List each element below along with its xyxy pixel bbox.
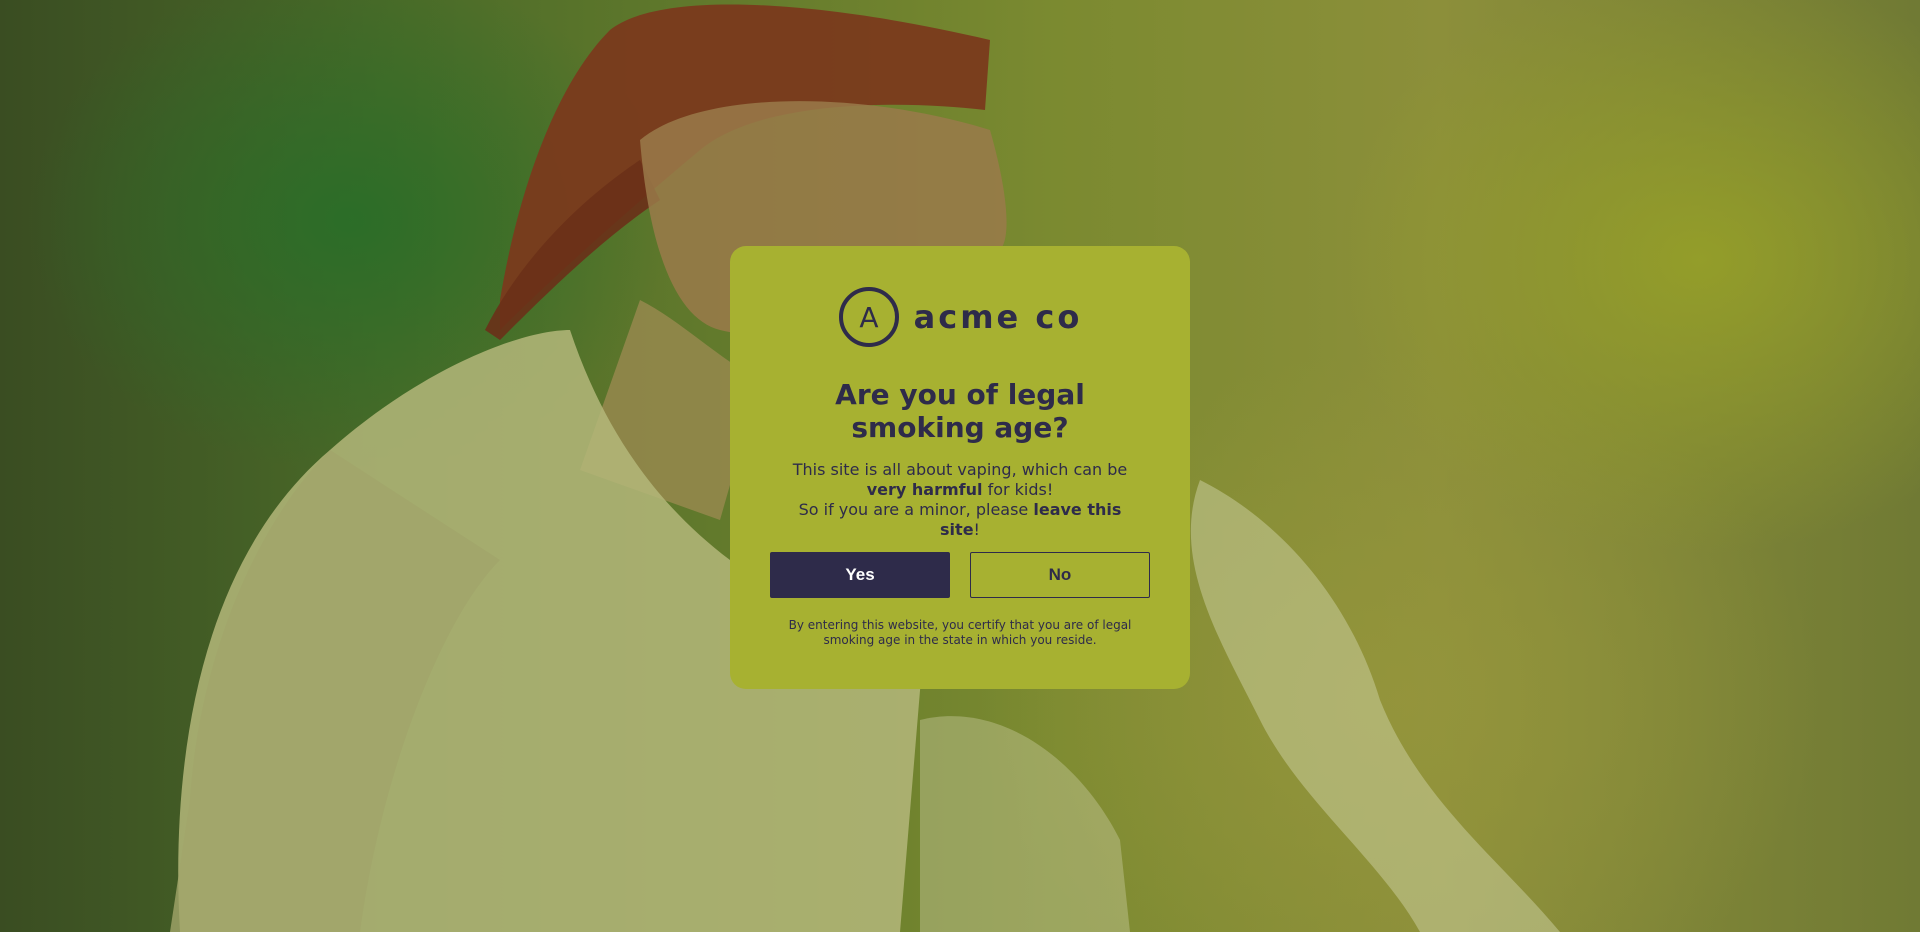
logo-letter: A — [859, 301, 878, 334]
brand-logo: A acme co — [730, 286, 1190, 348]
age-verification-modal: A acme co Are you of legal smoking age? … — [730, 246, 1190, 689]
message-line1-end: for kids! — [982, 480, 1054, 499]
brand-name: acme co — [913, 298, 1083, 336]
message-line1-text: This site is all about vaping, which can… — [792, 460, 1128, 479]
message-line2-end: ! — [973, 520, 980, 539]
acme-circle-logo-icon: A — [838, 287, 899, 347]
no-button[interactable]: No — [970, 552, 1150, 598]
age-gate-message: This site is all about vaping, which can… — [780, 460, 1140, 540]
message-line1-bold: very harmful — [866, 480, 983, 499]
legal-disclaimer: By entering this website, you certify th… — [788, 618, 1132, 647]
age-gate-heading: Are you of legal smoking age? — [835, 378, 1085, 444]
message-line2-text: So if you are a minor, please — [798, 500, 1034, 519]
yes-button[interactable]: Yes — [770, 552, 950, 598]
